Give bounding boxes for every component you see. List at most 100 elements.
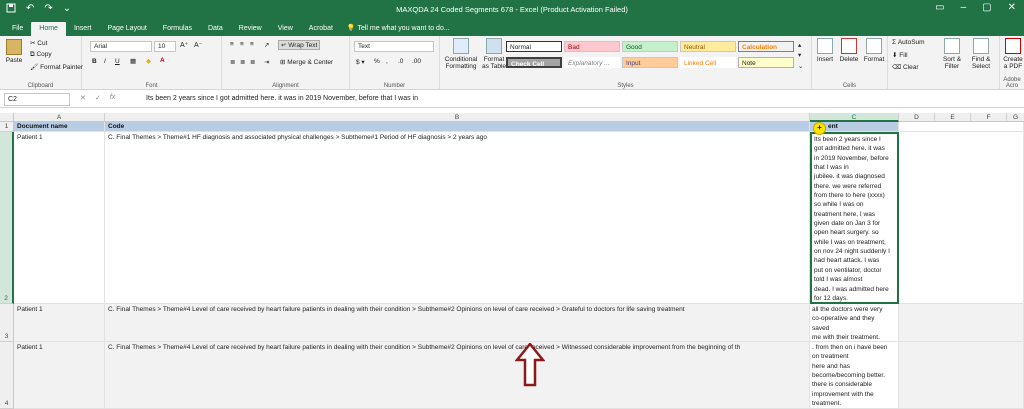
autosum-button[interactable]: Σ AutoSum	[892, 39, 925, 46]
currency-icon[interactable]: $ ▾	[356, 58, 365, 66]
fill-button[interactable]: ⬇ Fill	[892, 51, 908, 59]
comma-icon[interactable]: ,	[386, 58, 388, 65]
font-size-box[interactable]: 10	[154, 41, 176, 52]
style-linked-cell[interactable]: Linked Cell	[680, 57, 736, 68]
minimize-icon[interactable]: –	[961, 2, 967, 13]
cell-b4[interactable]: C. Final Themes > Theme#4 Level of care …	[105, 342, 810, 409]
style-normal[interactable]: Normal	[506, 41, 562, 52]
row-header-3[interactable]: 3	[0, 304, 14, 342]
italic-button[interactable]: I	[104, 58, 106, 65]
cell-a3[interactable]: Patient 1	[14, 304, 105, 342]
ribbon-options-icon[interactable]: ▭	[935, 2, 944, 13]
style-note[interactable]: Note	[738, 57, 794, 68]
find-select-button[interactable]: Find & Select	[966, 38, 996, 70]
align-left-icon[interactable]: ≣	[230, 58, 235, 66]
cancel-icon[interactable]: ✕	[80, 94, 86, 102]
formula-input[interactable]: Its been 2 years since I got admitted he…	[146, 95, 418, 102]
select-all-corner[interactable]	[0, 113, 14, 122]
row-header-2[interactable]: 2	[0, 132, 14, 304]
cell-d3-empty[interactable]	[899, 304, 1024, 342]
tab-insert[interactable]: Insert	[66, 22, 100, 36]
style-calculation[interactable]: Calculation	[738, 41, 794, 52]
column-header-e[interactable]: E	[935, 113, 971, 122]
style-neutral[interactable]: Neutral	[680, 41, 736, 52]
column-header-d[interactable]: D	[899, 113, 935, 122]
style-bad[interactable]: Bad	[564, 41, 620, 52]
format-cells-button[interactable]: Format	[862, 38, 886, 63]
tell-me-box[interactable]: 💡 Tell me what you want to do...	[347, 22, 450, 36]
sort-filter-button[interactable]: Sort & Filter	[938, 38, 966, 70]
tab-page-layout[interactable]: Page Layout	[99, 22, 154, 36]
create-pdf-button[interactable]: Create a PDF	[1002, 38, 1024, 70]
tab-formulas[interactable]: Formulas	[155, 22, 200, 36]
column-header-c[interactable]: C	[810, 113, 899, 122]
tab-home[interactable]: Home	[31, 22, 66, 36]
cell-d4-empty[interactable]	[899, 342, 1024, 409]
column-header-f[interactable]: F	[971, 113, 1007, 122]
styles-scroll-up-icon[interactable]: ▴	[798, 41, 801, 49]
align-bottom-icon[interactable]: ≡	[250, 41, 254, 48]
delete-cells-button[interactable]: Delete	[838, 38, 860, 63]
cell-b3[interactable]: C. Final Themes > Theme#4 Level of care …	[105, 304, 810, 342]
close-icon[interactable]: ✕	[1008, 2, 1016, 13]
tab-acrobat[interactable]: Acrobat	[301, 22, 341, 36]
clear-button[interactable]: ⌫ Clear	[892, 63, 919, 71]
cell-a4[interactable]: Patient 1	[14, 342, 105, 409]
decrease-decimal-icon[interactable]: .00	[412, 58, 421, 65]
align-top-icon[interactable]: ≡	[230, 41, 234, 48]
percent-icon[interactable]: %	[374, 58, 380, 65]
increase-decimal-icon[interactable]: .0	[398, 58, 403, 65]
format-as-table-button[interactable]: Format as Table	[480, 38, 508, 70]
cell-a1[interactable]: Document name	[14, 122, 105, 132]
style-good[interactable]: Good	[622, 41, 678, 52]
bold-button[interactable]: B	[92, 58, 97, 65]
style-explanatory[interactable]: Explanatory ...	[564, 57, 620, 68]
merge-center-button[interactable]: ⊞ Merge & Center	[280, 58, 333, 66]
wrap-text-button[interactable]: ↵ Wrap Text	[278, 40, 321, 50]
cell-b1[interactable]: Code	[105, 122, 810, 132]
format-painter-button[interactable]: 🖌 Format Painter	[30, 63, 83, 71]
column-header-a[interactable]: A	[14, 113, 105, 122]
indent-icon[interactable]: ⇥	[264, 58, 269, 66]
conditional-formatting-button[interactable]: Conditional Formatting	[444, 38, 478, 70]
maximize-icon[interactable]: ▢	[982, 2, 991, 13]
fill-color-icon[interactable]: ◆	[146, 57, 151, 65]
function-icon[interactable]: fx	[110, 94, 115, 102]
cut-button[interactable]: ✂ Cut	[30, 39, 47, 47]
style-check-cell[interactable]: Check Cell	[506, 57, 562, 68]
number-format-box[interactable]: Text	[354, 41, 434, 52]
styles-more-icon[interactable]: ⌄	[798, 62, 803, 70]
align-center-icon[interactable]: ≣	[240, 58, 245, 66]
tab-review[interactable]: Review	[231, 22, 270, 36]
grow-font-icon[interactable]: A⁺	[180, 41, 188, 49]
column-header-b[interactable]: B	[105, 113, 810, 122]
cell-c4[interactable]: . from then on i have been on treatment …	[810, 342, 899, 409]
underline-button[interactable]: U	[115, 58, 120, 65]
column-header-g[interactable]: G	[1007, 113, 1024, 122]
font-color-icon[interactable]: A	[160, 57, 165, 64]
cell-c2[interactable]: Its been 2 years since I got admitted he…	[810, 132, 899, 304]
cell-d2-empty[interactable]	[899, 132, 1024, 304]
font-name-box[interactable]: Arial	[90, 41, 152, 52]
tab-view[interactable]: View	[270, 22, 301, 36]
cell-d1-empty[interactable]	[899, 122, 1024, 132]
style-input[interactable]: Input	[622, 57, 678, 68]
align-middle-icon[interactable]: ≡	[240, 41, 244, 48]
row-header-1[interactable]: 1	[0, 122, 14, 132]
paste-button[interactable]: Paste	[4, 39, 24, 64]
enter-icon[interactable]: ✓	[95, 94, 101, 102]
insert-cells-button[interactable]: Insert	[814, 38, 836, 63]
cell-c3[interactable]: all the doctors were very co-operative a…	[810, 304, 899, 342]
borders-icon[interactable]: ▦	[130, 57, 136, 65]
shrink-font-icon[interactable]: A⁻	[194, 41, 202, 49]
orientation-icon[interactable]: ↗	[264, 41, 269, 49]
cell-a2[interactable]: Patient 1	[14, 132, 105, 304]
tab-data[interactable]: Data	[200, 22, 231, 36]
tab-file[interactable]: File	[4, 22, 31, 36]
align-right-icon[interactable]: ≣	[250, 58, 255, 66]
row-header-4[interactable]: 4	[0, 342, 14, 409]
styles-scroll-down-icon[interactable]: ▾	[798, 51, 801, 59]
copy-button[interactable]: ⧉ Copy	[30, 51, 52, 59]
cell-b2[interactable]: C. Final Themes > Theme#1 HF diagnosis a…	[105, 132, 810, 304]
name-box[interactable]: C2	[4, 93, 70, 106]
